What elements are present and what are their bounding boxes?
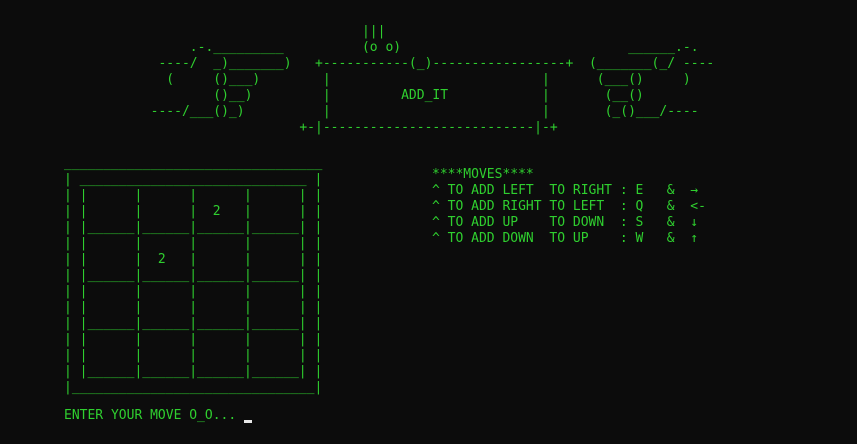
game-board: _________________________________ | ____… (64, 156, 323, 395)
board-cell (142, 300, 189, 315)
move-instruction-w: ^ TO ADD DOWN TO UP : W & ↑ (432, 231, 699, 246)
art-line: ||| (135, 24, 386, 39)
move-prompt[interactable]: ENTER YOUR MOVE O_O... (64, 408, 253, 424)
art-line: ()__) | ADD_IT | (__() (135, 88, 644, 103)
text-cursor[interactable] (244, 419, 253, 423)
board-cell (87, 252, 134, 267)
prompt-text: ENTER YOUR MOVE O_O... (64, 408, 237, 423)
board-cell (252, 252, 299, 267)
art-line: ----/___()_) | | (_()___/---- (135, 104, 699, 119)
board-cell (142, 204, 189, 219)
move-instruction-q: ^ TO ADD RIGHT TO LEFT : Q & <- (432, 199, 706, 214)
moves-title: ****MOVES**** (432, 167, 534, 182)
moves-legend: ****MOVES**** ^ TO ADD LEFT TO RIGHT : E… (432, 167, 706, 247)
board-cell (87, 204, 134, 219)
board-cell (197, 300, 244, 315)
board-cell (252, 204, 299, 219)
board-cell (87, 348, 134, 363)
move-instruction-s: ^ TO ADD UP TO DOWN : S & ↓ (432, 215, 699, 230)
board-cell: 2 (142, 252, 190, 267)
board-cell: 2 (197, 204, 245, 219)
art-line: +-|---------------------------|-+ (135, 120, 558, 135)
board-cell (252, 300, 299, 315)
board-cell (87, 300, 134, 315)
art-line: ( ()___) | | (___() ) (135, 72, 691, 87)
art-line: .-._________ (o o) ______.-. (135, 40, 699, 55)
board-cell (142, 348, 189, 363)
board-cell (197, 252, 244, 267)
board-cell (197, 348, 244, 363)
art-line: ----/ _)_______) +-----------(_)--------… (135, 56, 715, 71)
board-cell (252, 348, 299, 363)
ascii-art-header: ||| .-._________ (o o) ______.-. ----/ _… (135, 24, 715, 136)
move-instruction-e: ^ TO ADD LEFT TO RIGHT : E & → (432, 183, 699, 198)
